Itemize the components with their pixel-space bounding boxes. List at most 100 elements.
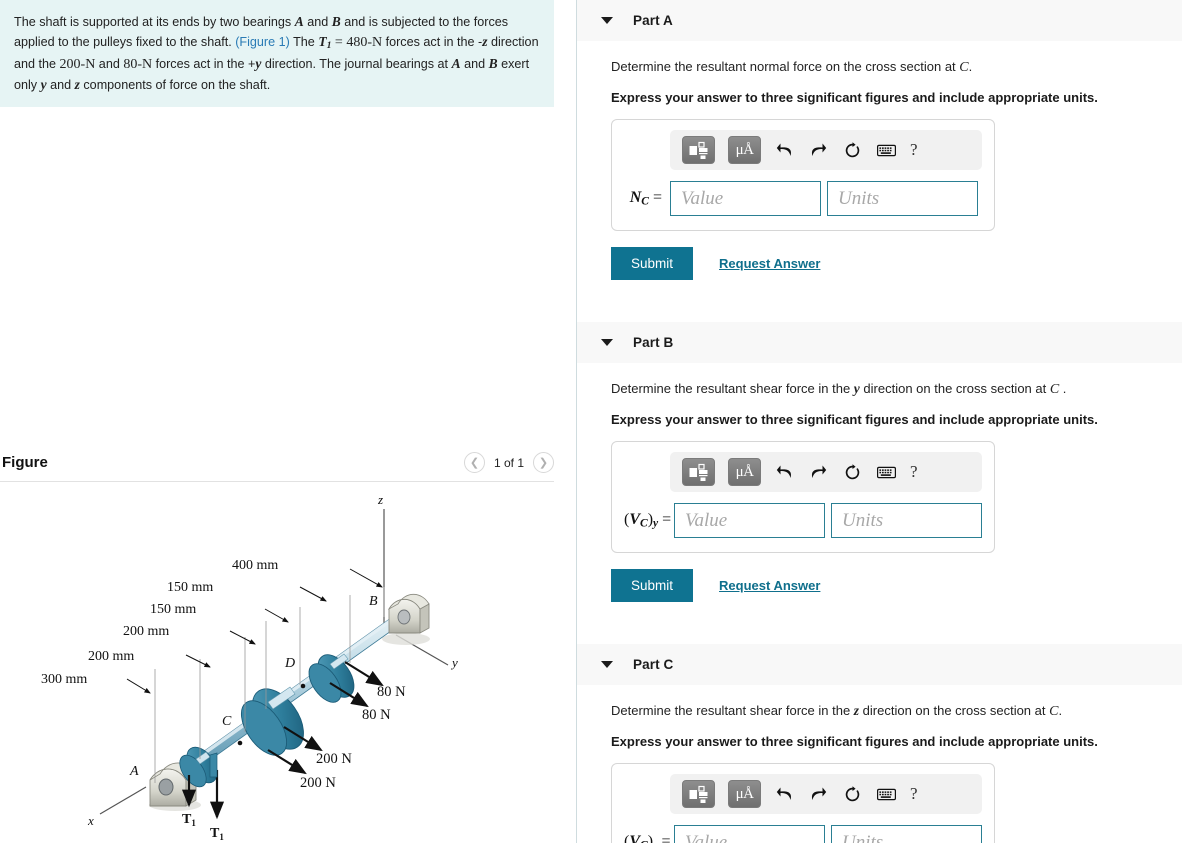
part-c-units-input[interactable] <box>831 825 982 843</box>
reset-icon[interactable] <box>842 782 863 806</box>
part-c-instruction: Express your answer to three significant… <box>611 734 1098 749</box>
label-point-d: D <box>284 656 295 671</box>
part-c-answer-card: μÅ ? (V) = Value Units <box>611 763 995 843</box>
cross-section-symbol-b: C <box>1049 382 1060 397</box>
part-a-variable-label: NC = <box>629 189 662 208</box>
bearing-b-glyph <box>387 593 430 634</box>
part-a-body: Determine the resultant normal force on … <box>577 41 1182 280</box>
part-a-value-input[interactable] <box>670 181 821 216</box>
dim-150mm-a: 150 mm <box>150 602 196 617</box>
help-question-icon[interactable]: ? <box>910 462 918 482</box>
part-b-header[interactable]: Part B <box>577 322 1182 363</box>
tension-symbol: T1 <box>318 34 332 52</box>
part-a-instruction: Express your answer to three significant… <box>611 90 1098 105</box>
caret-down-icon[interactable] <box>601 339 613 346</box>
figure-title: Figure <box>2 454 48 471</box>
left-panel: The shaft is supported at its ends by tw… <box>0 0 577 843</box>
redo-icon[interactable] <box>808 782 829 806</box>
part-c-variable-label: (VC)z = <box>624 833 671 843</box>
axis-label-x: x <box>87 813 94 828</box>
math-template-icon[interactable] <box>682 780 715 808</box>
chevron-right-icon[interactable]: ❯ <box>533 452 554 473</box>
keyboard-icon[interactable] <box>876 138 897 162</box>
dim-200mm-a: 200 mm <box>88 649 134 664</box>
dim-300mm: 300 mm <box>41 672 87 687</box>
micro-angstrom-units-icon[interactable]: μÅ <box>728 780 761 808</box>
part-a-request-answer-link[interactable]: Request Answer <box>719 256 820 271</box>
force-200-ref: 200-N <box>59 56 96 72</box>
label-point-b: B <box>369 594 378 609</box>
part-a-input-row: NC = <box>624 181 982 216</box>
part-b-toolbar: μÅ ? <box>670 452 982 492</box>
part-a-header[interactable]: Part A <box>577 0 1182 41</box>
tension-value: 480-N <box>346 35 383 51</box>
cross-section-symbol-a: C <box>959 60 969 75</box>
part-a-units-input[interactable] <box>827 181 978 216</box>
force-label-200b: 200 N <box>300 775 336 791</box>
micro-angstrom-units-icon[interactable]: μÅ <box>728 136 761 164</box>
keyboard-icon[interactable] <box>876 782 897 806</box>
problem-statement: The shaft is supported at its ends by tw… <box>0 0 554 108</box>
axis-z-ref: z <box>482 34 488 50</box>
axis-y-ref: y <box>255 55 262 71</box>
undo-icon[interactable] <box>774 460 795 484</box>
part-a-submit-button[interactable]: Submit <box>611 247 694 280</box>
bearing-b-symbol: B <box>331 14 341 29</box>
part-a-label: Part A <box>633 13 673 28</box>
part-b-actions: Submit Request Answer <box>611 569 1182 602</box>
figure-divider <box>0 481 554 482</box>
figure-counter: 1 of 1 <box>493 455 524 470</box>
part-b-request-answer-link[interactable]: Request Answer <box>719 578 820 593</box>
redo-icon[interactable] <box>808 138 829 162</box>
dim-150mm-b: 150 mm <box>167 580 213 595</box>
dim-400mm: 400 mm <box>232 558 278 573</box>
undo-icon[interactable] <box>774 138 795 162</box>
math-template-icon[interactable] <box>682 136 715 164</box>
part-b-value-input[interactable] <box>674 503 825 538</box>
math-template-icon[interactable] <box>682 458 715 486</box>
bearing-a-ref2: A <box>451 55 461 71</box>
part-a-answer-card: μÅ ? NC = Value Units <box>611 119 995 231</box>
caret-down-icon[interactable] <box>601 17 613 24</box>
force-label-80b: 80 N <box>362 707 391 723</box>
help-question-icon[interactable]: ? <box>910 140 918 160</box>
part-b-label: Part B <box>633 335 674 350</box>
keyboard-icon[interactable] <box>876 460 897 484</box>
figure-header: Figure ❮ 1 of 1 ❯ <box>0 452 554 473</box>
axis-label-y: y <box>450 655 458 670</box>
reset-icon[interactable] <box>842 460 863 484</box>
part-a-block: Part A Determine the resultant normal fo… <box>577 0 1182 322</box>
tension-label-2: T1 <box>210 826 224 842</box>
part-c-block: Part C Determine the resultant shear for… <box>577 644 1182 843</box>
force-label-200a: 200 N <box>316 751 352 767</box>
chevron-left-icon[interactable]: ❮ <box>463 452 485 473</box>
micro-angstrom-units-icon[interactable]: μÅ <box>728 458 761 486</box>
label-point-c: C <box>222 714 232 729</box>
bearing-a-symbol: A <box>294 14 304 29</box>
label-point-a: A <box>129 764 139 779</box>
redo-icon[interactable] <box>808 460 829 484</box>
part-b-input-row: (VC)y = <box>624 503 982 538</box>
part-c-question: Determine the resultant shear force in t… <box>611 703 1063 719</box>
part-b-answer-card: μÅ ? (VC)y = Value Units <box>611 441 995 553</box>
figure-1-link[interactable]: (Figure 1) <box>235 35 290 49</box>
part-c-label: Part C <box>633 657 674 672</box>
part-c-body: Determine the resultant shear force in t… <box>577 685 1182 843</box>
caret-down-icon[interactable] <box>601 661 613 668</box>
part-b-variable-label: (VC)y = <box>624 511 672 530</box>
part-b-units-input[interactable] <box>831 503 982 538</box>
part-c-header[interactable]: Part C <box>577 644 1182 685</box>
undo-icon[interactable] <box>774 782 795 806</box>
part-a-toolbar: μÅ ? <box>670 130 982 170</box>
figure-navigation: ❮ 1 of 1 ❯ <box>463 452 554 473</box>
part-c-value-input[interactable] <box>674 825 825 843</box>
part-a-question: Determine the resultant normal force on … <box>611 59 973 75</box>
help-question-icon[interactable]: ? <box>910 784 918 804</box>
dim-200mm-b: 200 mm <box>123 624 169 639</box>
reset-icon[interactable] <box>842 138 863 162</box>
part-c-toolbar: μÅ ? <box>670 774 982 814</box>
part-b-block: Part B Determine the resultant shear for… <box>577 322 1182 644</box>
part-b-submit-button[interactable]: Submit <box>611 569 694 602</box>
page-root: The shaft is supported at its ends by tw… <box>0 0 1182 843</box>
force-arrow-200b <box>267 749 307 775</box>
